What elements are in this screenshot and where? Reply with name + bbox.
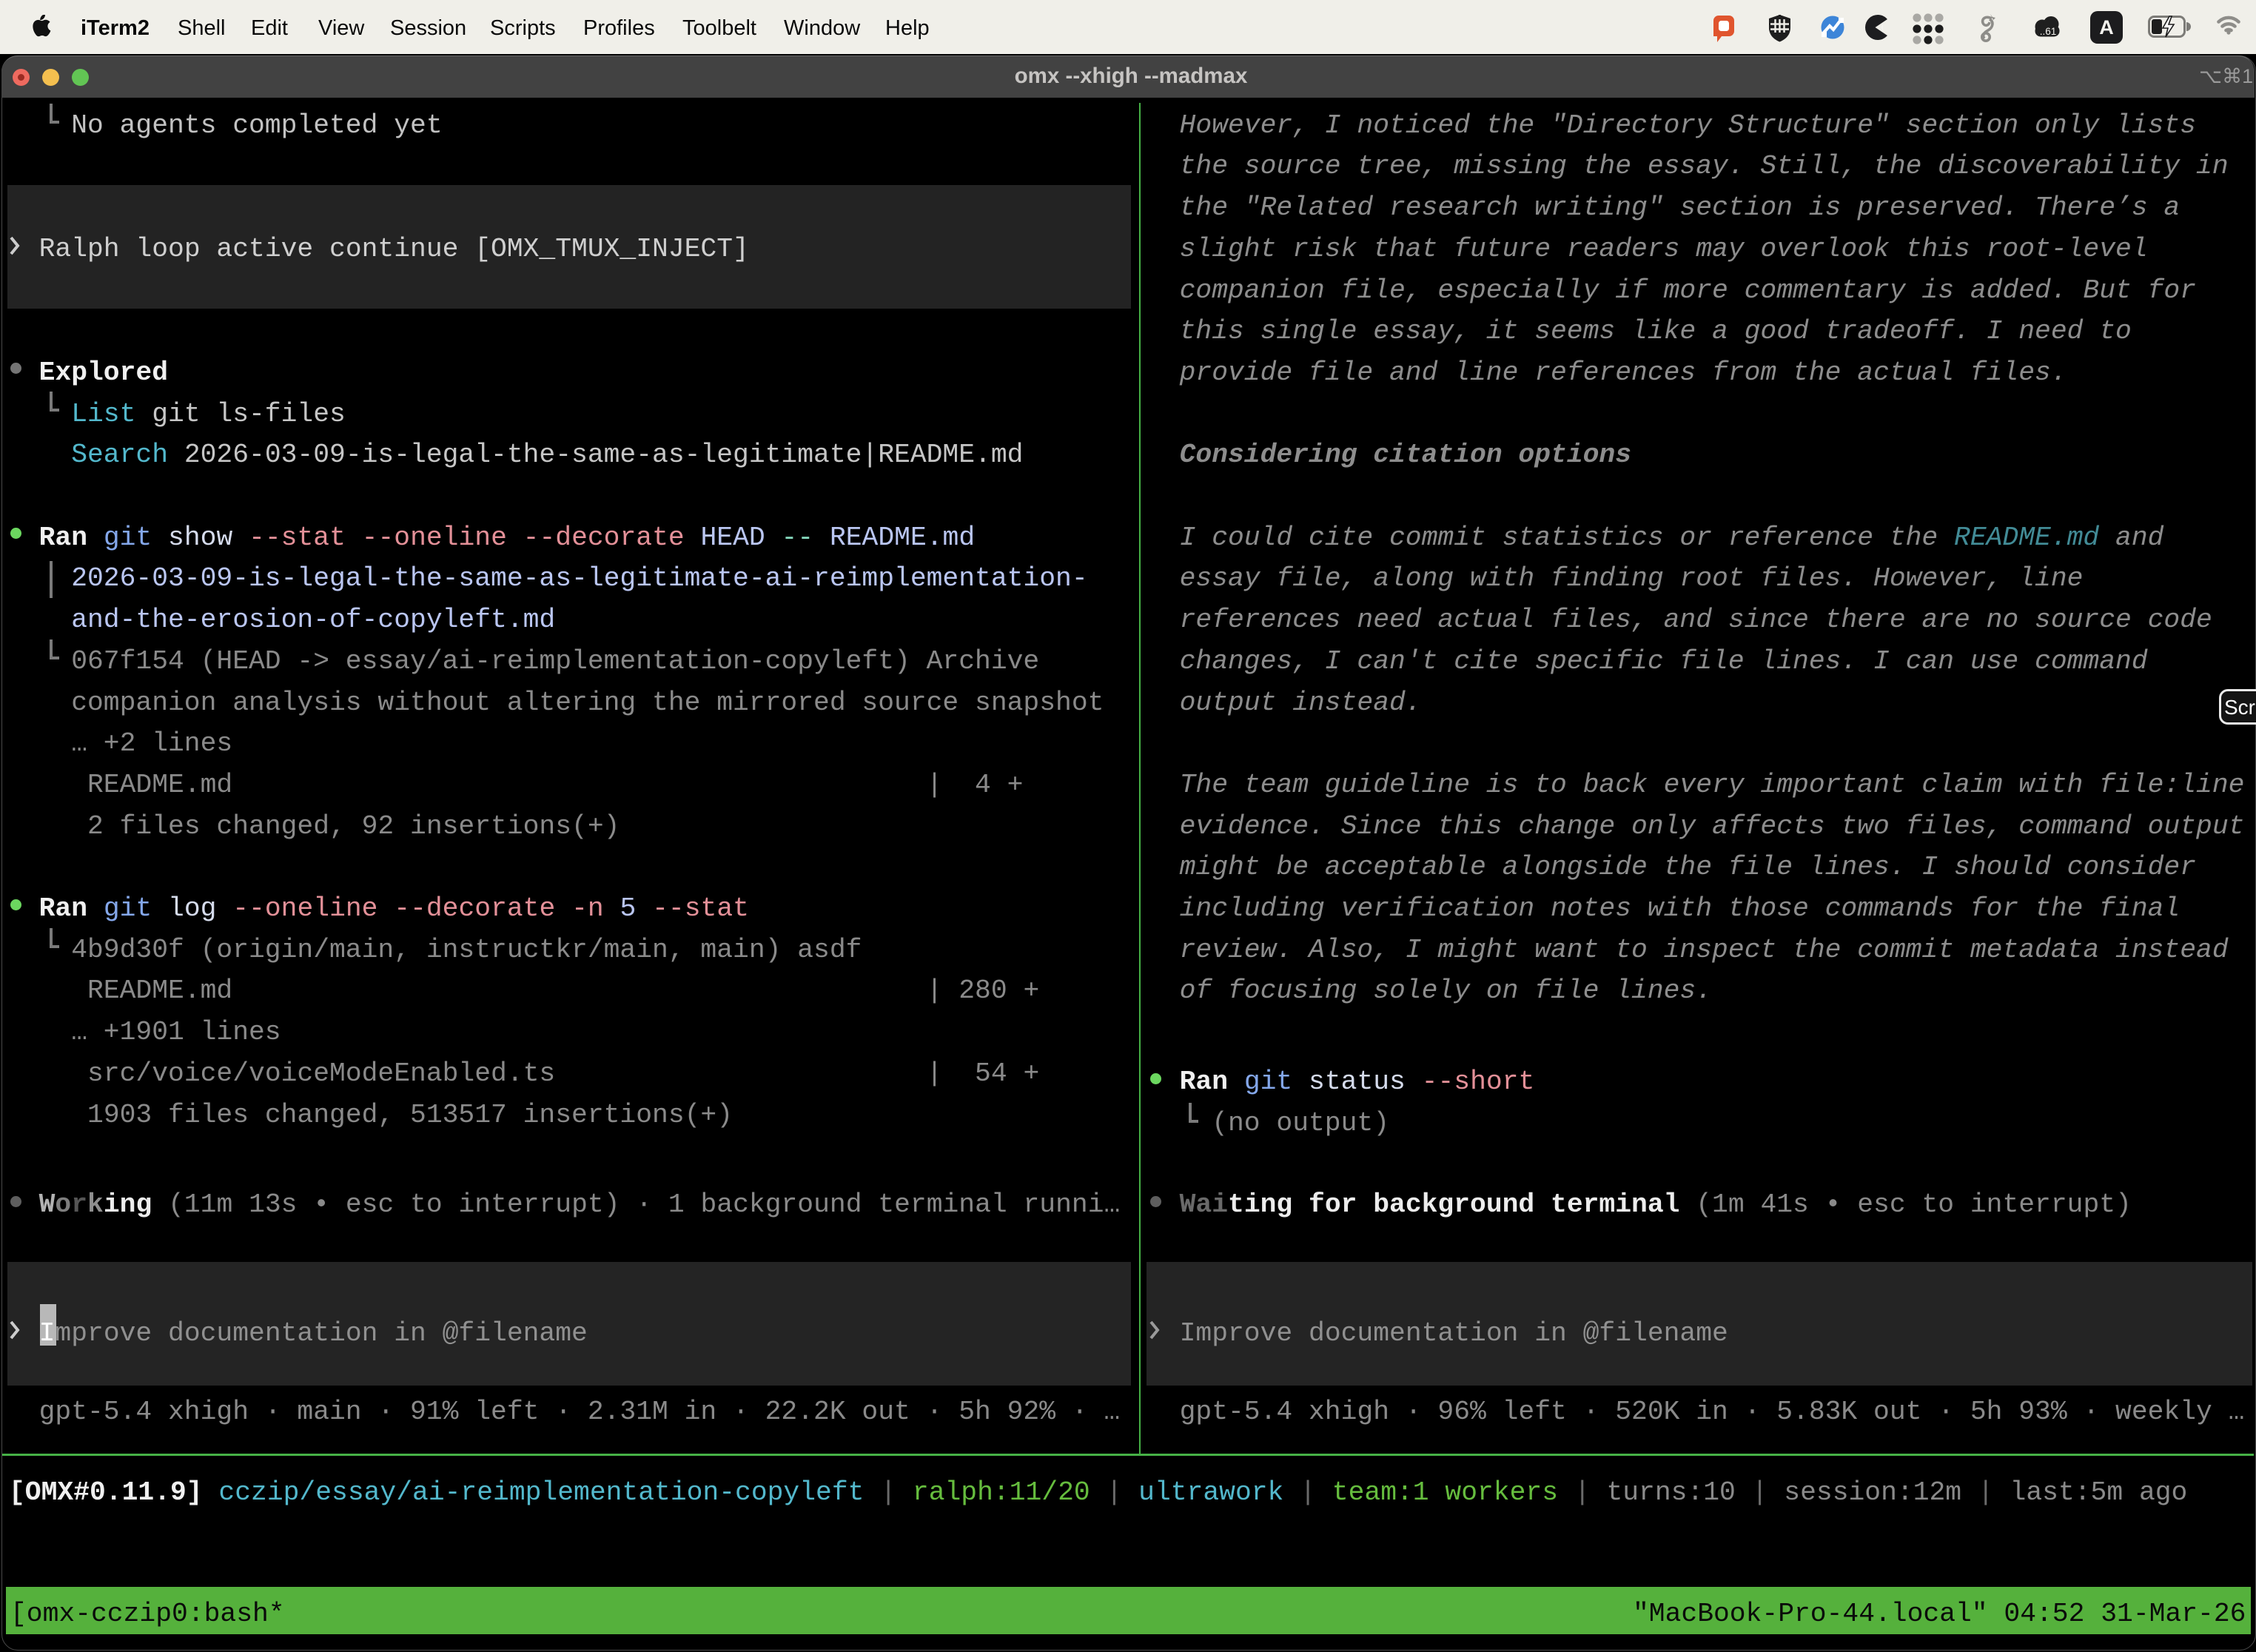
svg-text:..61: ..61 (2040, 26, 2057, 37)
